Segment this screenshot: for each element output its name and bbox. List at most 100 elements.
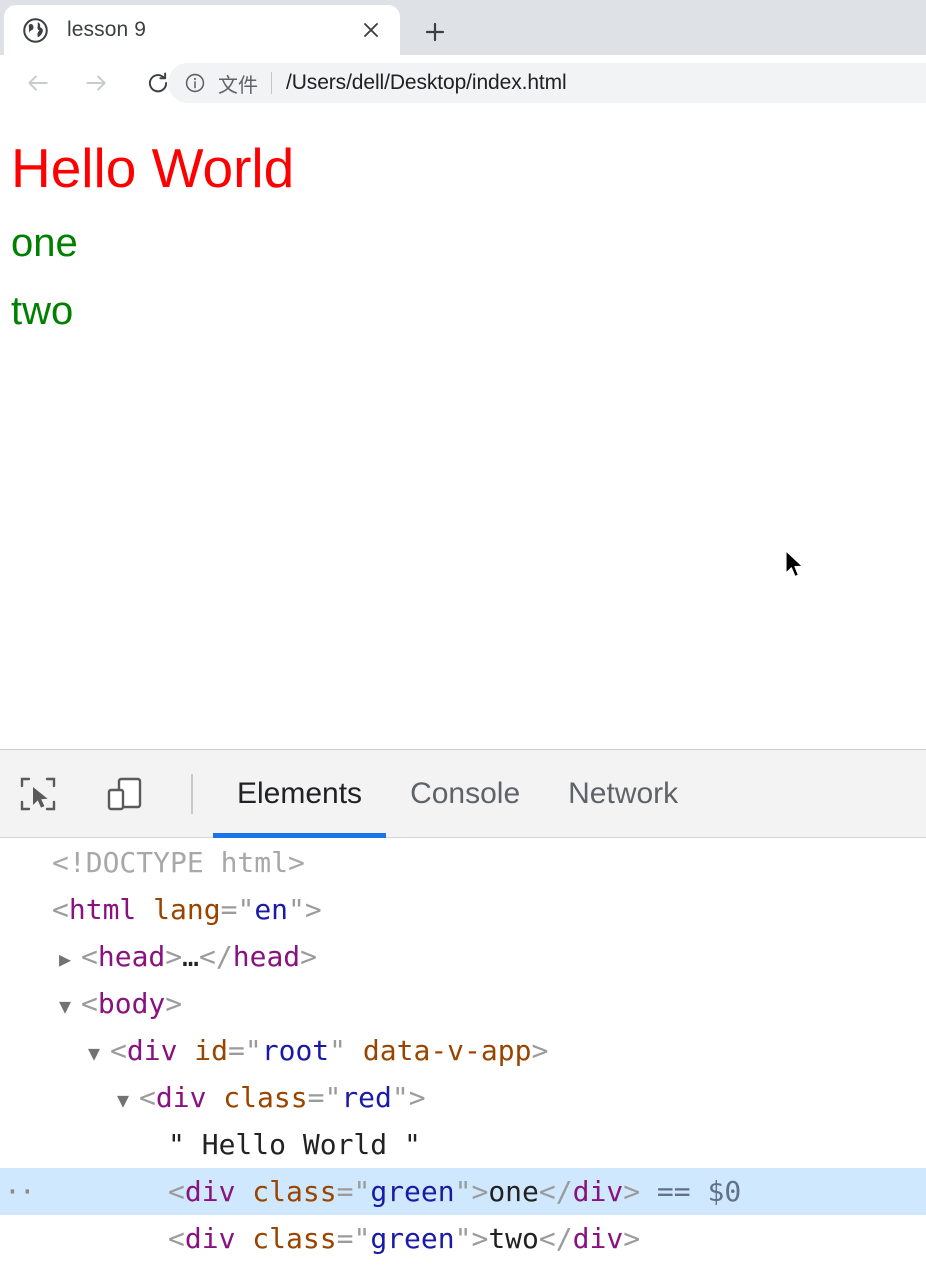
- dom-token-tag: body: [97, 987, 166, 1020]
- dom-token-txt: two: [488, 1222, 539, 1255]
- twisty-placeholder: [30, 889, 52, 936]
- dom-token-attrv: green: [370, 1175, 455, 1208]
- twisty-expanded-icon[interactable]: ▼: [117, 1077, 139, 1124]
- mouse-pointer-icon: [785, 550, 807, 580]
- twisty-collapsed-icon[interactable]: ▶: [59, 936, 81, 983]
- dom-token-tw: >: [623, 1175, 641, 1208]
- url-scheme-label: 文件: [218, 72, 258, 97]
- tab-console[interactable]: Console: [386, 750, 544, 838]
- dom-node-body[interactable]: ▼ <body>: [0, 980, 926, 1027]
- arrow-left-icon: [28, 75, 48, 91]
- browser-window: lesson 9 文件 /Users/dell/Desktop/index.ht…: [0, 0, 926, 1269]
- url-text: /Users/dell/Desktop/index.html: [286, 71, 567, 94]
- page-line-two: two: [11, 289, 74, 333]
- dom-token-tw: </: [538, 1175, 573, 1208]
- dom-node-div-green-one[interactable]: ·· <div class="green">one</div> == $0: [0, 1168, 926, 1215]
- dom-token-tw: </: [538, 1222, 573, 1255]
- dom-token-tw: =": [336, 1222, 371, 1255]
- page-line-one: one: [11, 221, 78, 265]
- devtools-tab-bar: Elements Console Network: [213, 750, 702, 838]
- tab-strip: lesson 9: [0, 0, 926, 55]
- dom-token-tw: [235, 1175, 252, 1208]
- dom-token-tw: ">: [391, 1081, 426, 1114]
- dom-token-tw: ">: [288, 893, 322, 926]
- dom-token-doctype: <!DOCTYPE html>: [52, 846, 305, 879]
- dom-node-doctype[interactable]: <!DOCTYPE html>: [0, 839, 926, 886]
- dom-token-tw: =": [336, 1175, 371, 1208]
- dom-token-tw: <: [139, 1081, 156, 1114]
- browser-toolbar: 文件 /Users/dell/Desktop/index.html: [0, 55, 926, 165]
- tab-network[interactable]: Network: [544, 750, 702, 838]
- twisty-expanded-icon[interactable]: ▼: [59, 983, 81, 1030]
- twisty-placeholder: [146, 1171, 168, 1218]
- info-circle-icon[interactable]: [184, 72, 206, 94]
- dom-token-tw: [235, 1222, 252, 1255]
- dom-token-tw: [177, 1034, 194, 1067]
- dom-token-attrn: data-v-app: [362, 1034, 532, 1067]
- dom-token-txt: one: [488, 1175, 539, 1208]
- dom-node-div-root[interactable]: ▼ <div id="root" data-v-app>: [0, 1027, 926, 1074]
- dom-token-attrv: root: [261, 1034, 330, 1067]
- dom-token-tw: [206, 1081, 223, 1114]
- dom-token-attrn: class: [223, 1081, 308, 1114]
- dom-token-tw: <: [81, 940, 98, 973]
- dom-token-tw: <: [110, 1034, 127, 1067]
- dom-token-tw: ">: [454, 1222, 489, 1255]
- dom-token-attrn: class: [252, 1222, 337, 1255]
- dom-token-tag: head: [97, 940, 166, 973]
- tab-elements[interactable]: Elements: [213, 750, 387, 838]
- inspect-element-icon[interactable]: [14, 770, 62, 818]
- twisty-expanded-icon[interactable]: ▼: [88, 1030, 110, 1077]
- dom-token-attrn: id: [194, 1034, 229, 1067]
- dom-token-tag: div: [572, 1175, 624, 1208]
- arrow-right-icon: [86, 75, 106, 91]
- omnibox-divider: [271, 72, 272, 94]
- dom-token-tw: [136, 893, 153, 926]
- dom-token-tag: div: [184, 1175, 236, 1208]
- dom-node-div-green-two[interactable]: <div class="green">two</div>: [0, 1215, 926, 1262]
- dom-token-attrv: green: [370, 1222, 455, 1255]
- dom-node-text-hello[interactable]: " Hello World ": [0, 1121, 926, 1168]
- overflow-dots: ··: [4, 1175, 36, 1208]
- dom-token-tw: >: [165, 987, 183, 1020]
- globe-icon: [22, 17, 49, 44]
- dom-token-tw: =": [220, 893, 255, 926]
- dom-token-tag: div: [572, 1222, 624, 1255]
- dom-token-tag: div: [155, 1081, 207, 1114]
- new-tab-button[interactable]: [414, 11, 456, 53]
- dom-token-attrv: red: [341, 1081, 392, 1114]
- tab-title: lesson 9: [67, 18, 147, 41]
- dom-token-tw: >: [531, 1034, 549, 1067]
- dom-token-attrn: class: [252, 1175, 337, 1208]
- twisty-placeholder: [30, 842, 52, 889]
- browser-tab[interactable]: lesson 9: [4, 5, 400, 55]
- devtools-toolbar: Elements Console Network: [0, 750, 926, 838]
- dom-token-tw: =": [307, 1081, 342, 1114]
- dom-tree[interactable]: <!DOCTYPE html> <html lang="en"> ▶ <head>……: [0, 839, 926, 1269]
- twisty-placeholder: [146, 1218, 168, 1265]
- address-bar[interactable]: 文件 /Users/dell/Desktop/index.html: [168, 63, 926, 103]
- dom-node-head[interactable]: ▶ <head>…</head>: [0, 933, 926, 980]
- device-toolbar-icon[interactable]: [100, 770, 148, 818]
- dom-token-tw: >: [623, 1222, 641, 1255]
- dom-token-tw: <: [168, 1175, 185, 1208]
- dom-token-tw: >: [165, 940, 183, 973]
- dom-token-tag: div: [126, 1034, 178, 1067]
- dom-token-txt: " Hello World ": [168, 1128, 421, 1161]
- dom-node-html[interactable]: <html lang="en">: [0, 886, 926, 933]
- devtools-panel: Elements Console Network <!DOCTYPE html> <…: [0, 749, 926, 1269]
- page-viewport: Hello World one two: [0, 110, 926, 749]
- forward-button[interactable]: [78, 65, 114, 101]
- dom-node-div-red[interactable]: ▼ <div class="red">: [0, 1074, 926, 1121]
- dom-token-attrv: en: [254, 893, 289, 926]
- toolbar-divider: [191, 774, 193, 814]
- page-heading: Hello World: [11, 137, 295, 199]
- dom-token-tag: html: [68, 893, 137, 926]
- dom-token-tw: =": [228, 1034, 262, 1067]
- dom-token-eq0: == $0: [640, 1175, 742, 1208]
- back-button[interactable]: [20, 65, 56, 101]
- close-icon[interactable]: [358, 17, 384, 43]
- dom-token-tw: >: [300, 940, 318, 973]
- dom-token-tw: <: [81, 987, 98, 1020]
- dom-token-tag: div: [184, 1222, 236, 1255]
